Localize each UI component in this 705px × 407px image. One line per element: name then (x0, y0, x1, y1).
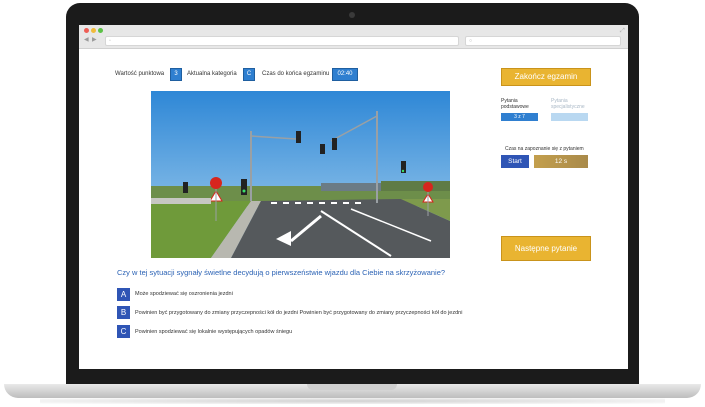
points-label: Wartość punktowa (115, 71, 165, 77)
category-value: C (243, 68, 255, 81)
answer-b-text[interactable]: Powinien być przygotowany do zmiany przy… (135, 310, 462, 316)
category-label: Aktualna kategoria (187, 71, 237, 77)
page-icon: ▫ (109, 38, 111, 44)
search-icon: ○ (469, 38, 473, 44)
browser-toolbar: ◀ ▶ ▫ ○ ⤢ (79, 25, 628, 49)
fullscreen-icon[interactable]: ⤢ (620, 27, 625, 35)
answer-b-button[interactable]: B (117, 306, 130, 319)
browser-screen: ◀ ▶ ▫ ○ ⤢ Wartość punktowa 3 Aktualna ka… (79, 25, 628, 369)
forward-arrow-icon[interactable]: ▶ (92, 36, 97, 44)
special-questions-label: Pytania specjalistyczne (551, 98, 585, 110)
laptop-base-notch (307, 384, 397, 390)
start-button[interactable]: Start (501, 155, 529, 168)
basic-questions-progress: 3 z 7 (501, 113, 538, 121)
special-questions-progress (551, 113, 588, 121)
next-question-button[interactable]: Następne pytanie (501, 236, 591, 261)
answer-a-button[interactable]: A (117, 288, 130, 301)
window-maximize-dot[interactable] (98, 28, 103, 33)
points-value: 3 (170, 68, 182, 81)
camera-dot (349, 12, 355, 18)
answer-c-button[interactable]: C (117, 325, 130, 338)
browser-search-bar[interactable]: ○ (465, 36, 621, 46)
laptop-shadow (40, 398, 665, 404)
question-text: Czy w tej sytuacji sygnały świetlne decy… (117, 268, 446, 277)
laptop-frame: ◀ ▶ ▫ ○ ⤢ Wartość punktowa 3 Aktualna ka… (0, 0, 705, 407)
back-arrow-icon[interactable]: ◀ (84, 36, 89, 44)
end-exam-button[interactable]: Zakończ egzamin (501, 68, 591, 86)
exam-timer: 02:40 (332, 68, 358, 81)
time-label: Czas do końca egzaminu (262, 71, 330, 77)
answer-c-text[interactable]: Powinien spodziewać się lokalnie występu… (135, 329, 292, 335)
basic-questions-label: Pytania podstawowe (501, 98, 529, 110)
prep-time-label: Czas na zapoznanie się z pytaniem (505, 146, 584, 152)
answer-a-text[interactable]: Może spodziewać się oszronienia jezdni (135, 291, 233, 297)
window-minimize-dot[interactable] (91, 28, 96, 33)
window-close-dot[interactable] (84, 28, 89, 33)
prep-timer: 12 s (534, 155, 588, 168)
address-bar[interactable]: ▫ (105, 36, 459, 46)
question-photo (151, 91, 450, 258)
